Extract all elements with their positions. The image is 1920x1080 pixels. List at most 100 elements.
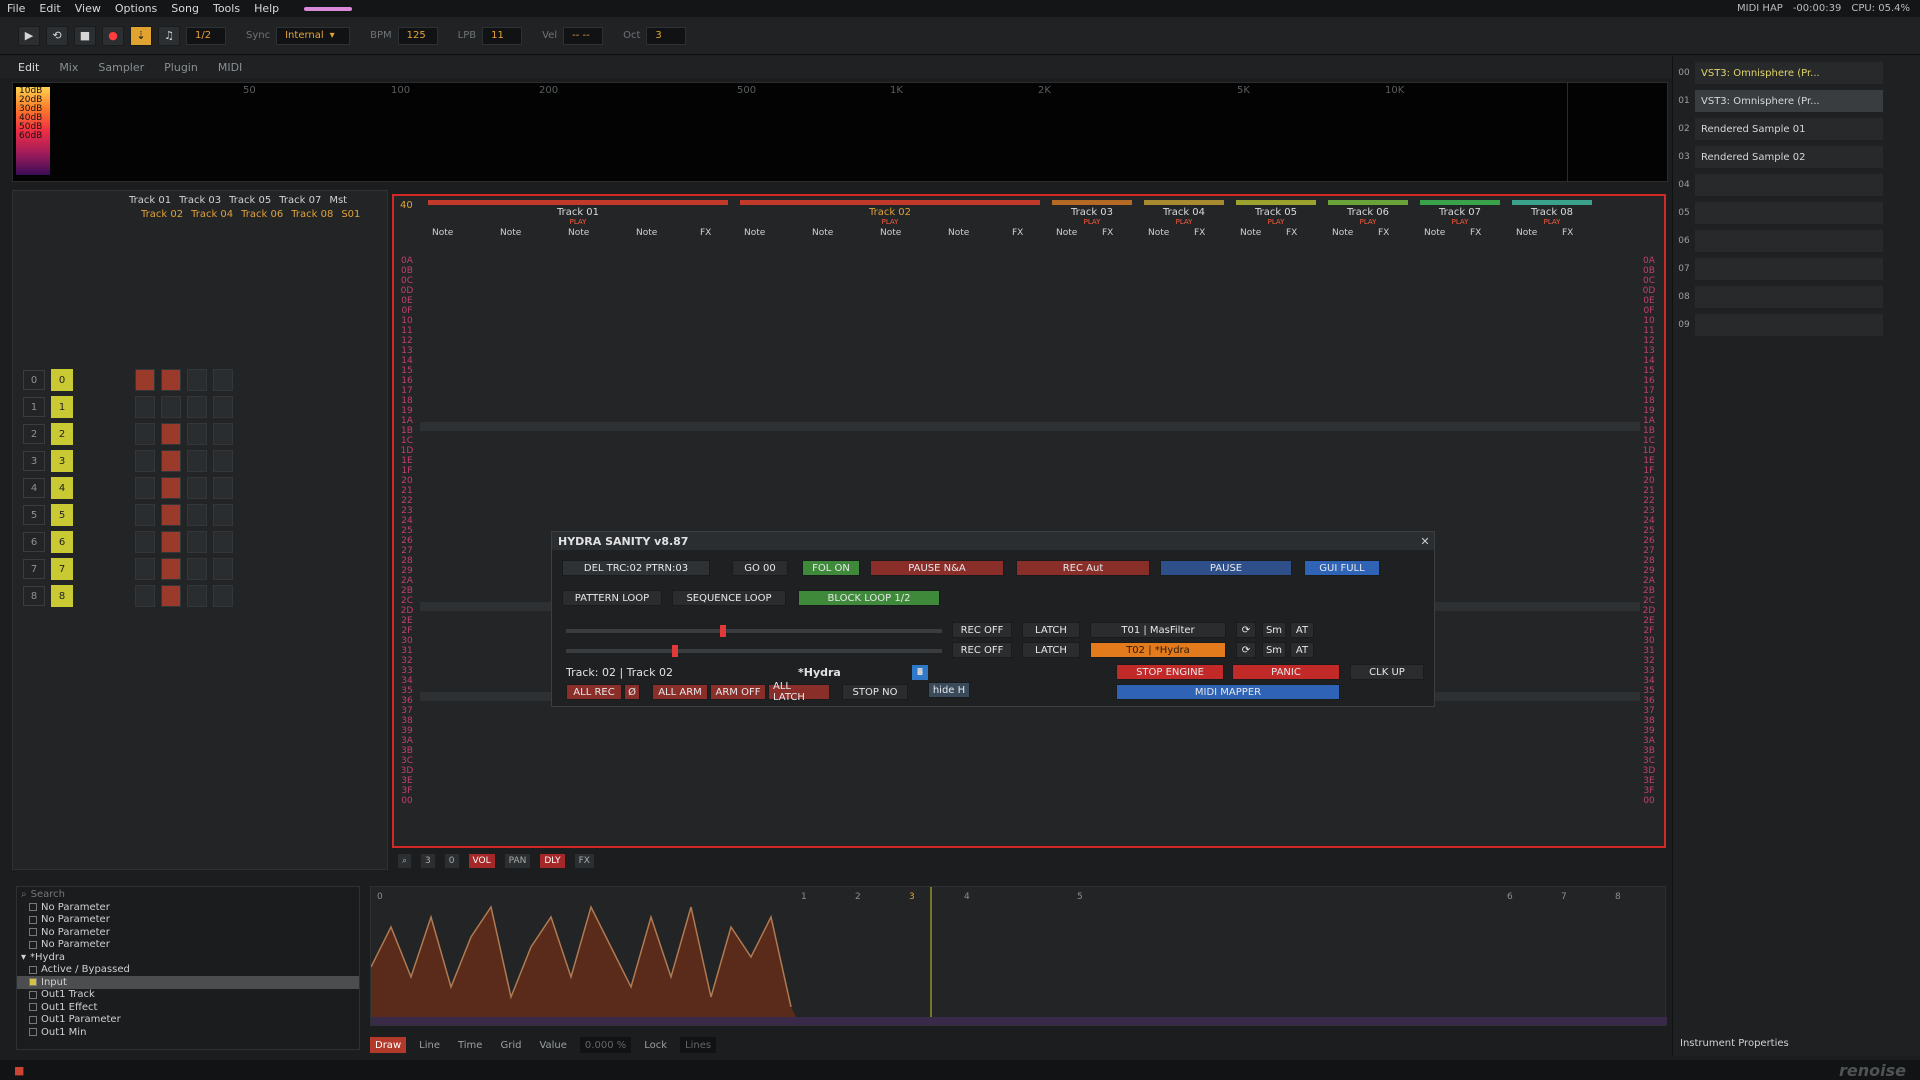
checkbox[interactable] [29,903,37,912]
t02-rec-off-button[interactable]: REC OFF [952,642,1012,658]
matrix-slot[interactable] [187,504,207,526]
pattern-loop-button[interactable]: PATTERN LOOP [562,590,662,606]
pattern-number[interactable]: 2 [51,423,73,445]
matrix-slot[interactable] [187,531,207,553]
close-icon[interactable]: ✕ [1416,535,1434,548]
instrument-slot[interactable]: 04 [1673,172,1883,198]
line-mode-button[interactable]: Line [414,1037,445,1053]
parameter-item[interactable]: Active / Bypassed [17,964,359,977]
matrix-slot[interactable] [135,396,155,418]
parameter-item[interactable]: Input [17,976,359,989]
t01-latch-button[interactable]: LATCH [1022,622,1080,638]
status-toggle-icon[interactable]: ■ [14,1064,24,1077]
matrix-slot[interactable] [135,558,155,580]
value-field[interactable]: 0.000 % [579,1037,632,1053]
matrix-slot[interactable] [213,477,233,499]
matrix-slot[interactable] [187,369,207,391]
follow-on-button[interactable]: FOL ON [802,560,860,576]
parameter-item[interactable]: Out1 Min [17,1026,359,1039]
matrix-slot[interactable] [187,423,207,445]
bpm-field[interactable]: 125 [397,26,438,45]
checkbox[interactable] [29,965,37,974]
sync-select[interactable]: Internal ▾ [276,26,351,45]
pattern-number[interactable]: 4 [51,477,73,499]
value-stepper[interactable]: 0 [444,854,459,868]
follow-button[interactable]: ⇣ [130,25,152,46]
sequence-row[interactable]: 11 [23,396,233,418]
tab-plugin[interactable]: Plugin [164,61,198,74]
sequence-row[interactable]: 22 [23,423,233,445]
instrument-slot[interactable]: 08 [1673,284,1883,310]
fx-column-toggle[interactable]: FX [574,854,594,868]
matrix-slot[interactable] [187,477,207,499]
menu-song[interactable]: Song [164,2,206,15]
tab-midi[interactable]: MIDI [218,61,242,74]
lock-button[interactable]: Lock [639,1037,672,1053]
sequence-row[interactable]: 33 [23,450,233,472]
tab-edit[interactable]: Edit [18,61,39,74]
pattern-number[interactable]: 8 [51,585,73,607]
sequence-row[interactable]: 44 [23,477,233,499]
parameter-item[interactable]: No Parameter [17,914,359,927]
matrix-slot[interactable] [161,558,181,580]
matrix-slot[interactable] [187,585,207,607]
t02-at-button[interactable]: AT [1290,642,1314,658]
matrix-slot[interactable] [135,504,155,526]
pattern-number[interactable]: 3 [51,450,73,472]
track-header[interactable]: Track 04 PLAY [1144,200,1224,250]
instrument-slot[interactable]: 05 [1673,200,1883,226]
midi-mapper-button[interactable]: MIDI MAPPER [1116,684,1340,700]
instrument-slot[interactable]: 01 VST3: Omnisphere (Pr... [1673,88,1883,114]
t01-slider-handle[interactable] [720,625,726,637]
sequence-loop-button[interactable]: SEQUENCE LOOP [672,590,786,606]
stop-no-button[interactable]: STOP NO [842,684,908,700]
matrix-slot[interactable] [161,423,181,445]
all-latch-button[interactable]: ALL LATCH [768,681,830,703]
pattern-number[interactable]: 0 [51,369,73,391]
matrix-slot[interactable] [135,477,155,499]
matrix-slot[interactable] [161,450,181,472]
all-rec-button[interactable]: ALL REC [566,684,622,700]
matrix-slot[interactable] [213,423,233,445]
matrix-slot[interactable] [135,585,155,607]
parameter-item[interactable]: No Parameter [17,939,359,952]
t01-at-button[interactable]: AT [1290,622,1314,638]
matrix-slot[interactable] [135,423,155,445]
matrix-slot[interactable] [187,396,207,418]
matrix-slot[interactable] [187,558,207,580]
t02-target[interactable]: T02 | *Hydra [1090,642,1226,658]
block-loop-button[interactable]: BLOCK LOOP 1/2 [798,590,940,606]
go-button[interactable]: GO 00 [732,560,788,576]
track-header[interactable]: Track 05 PLAY [1236,200,1316,250]
edit-step-field[interactable]: 1/2 [186,26,226,45]
pattern-number[interactable]: 1 [51,396,73,418]
checkbox[interactable] [29,928,37,937]
instrument-properties-header[interactable]: Instrument Properties [1680,1038,1880,1049]
instrument-slot[interactable]: 02 Rendered Sample 01 [1673,116,1883,142]
track-header[interactable]: Track 01 PLAY [428,200,728,250]
matrix-slot[interactable] [161,396,181,418]
record-button[interactable]: ● [102,25,124,46]
del-track-button[interactable]: DEL TRC:02 PTRN:03 [562,560,710,576]
checkbox[interactable] [29,978,37,987]
lpb-field[interactable]: 11 [482,26,523,45]
track-header[interactable]: Track 02 PLAY [740,200,1040,250]
t02-slider-handle[interactable] [672,645,678,657]
stop-engine-button[interactable]: STOP ENGINE [1116,664,1224,680]
matrix-slot[interactable] [187,450,207,472]
menu-tools[interactable]: Tools [206,2,247,15]
instrument-slot[interactable]: 06 [1673,228,1883,254]
t02-reset-button[interactable]: ⟳ [1236,642,1256,658]
checkbox[interactable] [29,915,37,924]
grid-select[interactable]: Grid [495,1037,526,1053]
metronome-button[interactable]: ♫ [158,25,180,46]
all-arm-button[interactable]: ALL ARM [652,684,708,700]
search-input[interactable]: Search [31,889,65,900]
matrix-slot[interactable] [135,369,155,391]
octave-field[interactable]: 3 [646,26,687,45]
matrix-slot[interactable] [161,531,181,553]
instrument-slot[interactable]: 09 [1673,312,1883,338]
tab-sampler[interactable]: Sampler [98,61,144,74]
sequence-row[interactable]: 55 [23,504,233,526]
automation-editor[interactable]: 0 1 2 3 4 5 6 7 8 [370,886,1667,1026]
